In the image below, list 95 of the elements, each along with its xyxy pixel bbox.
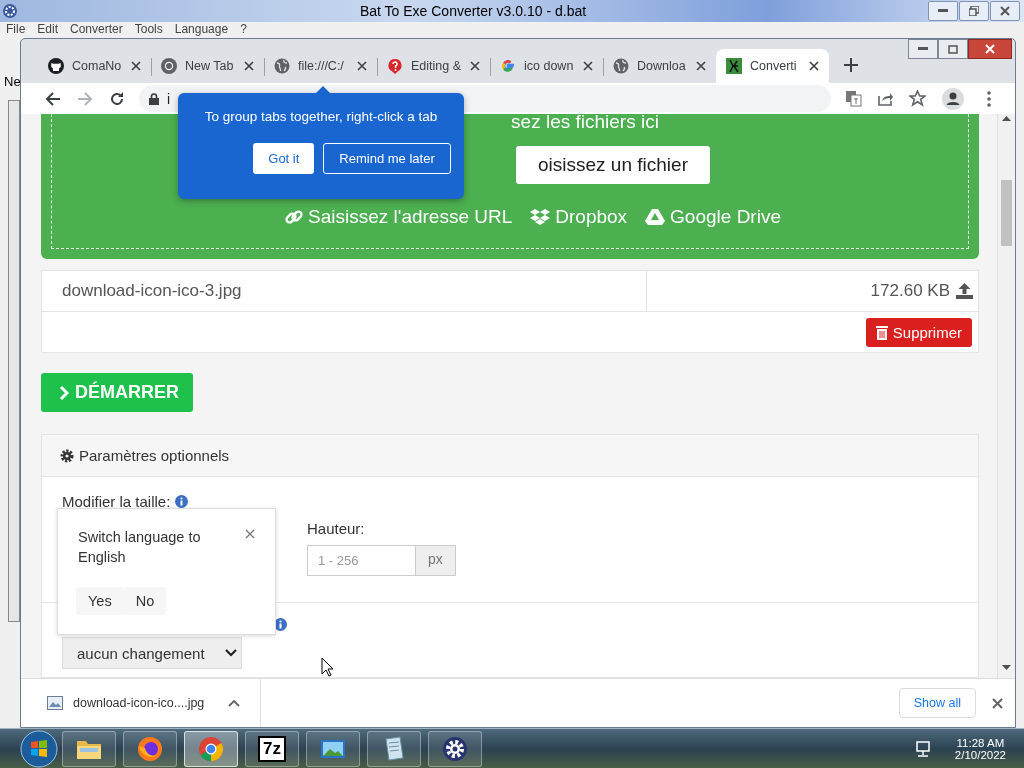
field-label: Modifier la taille: [62, 493, 171, 510]
close-button[interactable] [968, 39, 1012, 59]
show-all-button[interactable]: Show all [898, 688, 976, 718]
popup-message: Switch language to English [78, 528, 202, 567]
gear-icon [440, 734, 470, 764]
drop-zone-heading: sez les fichiers ici [511, 114, 659, 130]
browser-tab[interactable]: Converti [716, 49, 829, 83]
browser-tab[interactable]: ComaNo [38, 49, 151, 83]
drive-icon [645, 208, 666, 226]
clock[interactable]: 11:28 AM 2/10/2022 [954, 737, 1006, 761]
color-ring-icon [500, 58, 516, 74]
choose-file-button[interactable]: oisissez un fichier [516, 146, 710, 184]
scrollbar-thumb[interactable] [1001, 180, 1012, 246]
menu-item[interactable]: Language [174, 22, 229, 36]
menu-item[interactable]: Tools [134, 22, 163, 36]
network-icon[interactable] [914, 740, 933, 758]
close-icon [1000, 6, 1010, 16]
unit-label: px [416, 545, 456, 576]
trash-icon [875, 324, 888, 340]
gear-icon [2, 3, 18, 19]
chrome-icon [161, 58, 177, 74]
firefox-icon [135, 734, 165, 764]
minimize-icon [938, 9, 948, 13]
panel-label: Ne [4, 74, 21, 89]
archive-icon: 7z [258, 736, 286, 762]
close-button[interactable] [990, 1, 1020, 21]
image-file-icon [47, 696, 63, 710]
close-icon [985, 44, 995, 54]
caret-icon[interactable] [228, 699, 241, 707]
restore-icon [969, 6, 979, 16]
menu-item[interactable]: File [6, 22, 26, 36]
taskbar-button[interactable] [428, 731, 482, 767]
close-icon[interactable] [131, 61, 141, 71]
popup-button[interactable]: No [123, 587, 167, 615]
browser-tab[interactable]: New Tab [151, 49, 264, 83]
browser-tab[interactable]: file:///C:/ [264, 49, 377, 83]
profile-icon[interactable] [942, 87, 964, 110]
taskbar-button[interactable] [62, 731, 116, 767]
close-icon[interactable] [357, 61, 367, 71]
caret-icon [225, 649, 237, 657]
lock-icon [149, 92, 159, 105]
gear-icon [60, 448, 74, 463]
restore-button[interactable] [959, 1, 989, 21]
plus-icon [844, 58, 858, 72]
browser-tab[interactable]: Downloa [603, 49, 716, 83]
scroll-up-icon[interactable] [1002, 116, 1011, 122]
file-name: download-icon-ico-3.jpg [42, 271, 647, 311]
delete-button[interactable]: Supprimer [865, 317, 972, 347]
menu-icon[interactable] [987, 90, 991, 107]
taskbar-button[interactable]: 7z [245, 731, 299, 767]
taskbar-button[interactable] [367, 731, 421, 767]
minimize-icon [918, 47, 928, 51]
reload-icon[interactable] [109, 90, 125, 107]
question-pin-icon [387, 58, 403, 74]
figure-square-icon [726, 58, 742, 74]
cat-logo-icon [48, 58, 64, 74]
start-button[interactable] [20, 730, 58, 768]
popup-button[interactable]: Yes [76, 587, 124, 615]
dropbox-icon [530, 208, 551, 226]
scroll-down-icon[interactable] [1002, 665, 1011, 671]
close-icon[interactable] [245, 529, 255, 539]
globe-icon [274, 58, 290, 74]
close-icon[interactable] [696, 61, 706, 71]
upload-icon [956, 283, 973, 299]
browser-tab[interactable]: ico down [490, 49, 603, 83]
link-icon [285, 208, 303, 226]
minimize-button[interactable] [928, 1, 958, 21]
window-title: Bat To Exe Converter v3.0.10 - d.bat [358, 3, 588, 19]
star-icon[interactable] [908, 90, 926, 107]
close-icon[interactable] [992, 697, 1003, 709]
minimize-button[interactable] [908, 39, 938, 59]
maximize-icon [948, 44, 958, 54]
chevron-icon [59, 384, 69, 401]
back-icon[interactable] [45, 90, 61, 107]
close-icon[interactable] [244, 61, 254, 71]
height-field[interactable]: 1 - 256 [307, 545, 416, 576]
download-item[interactable]: download-icon-ico....jpg [21, 679, 261, 727]
panel-title: Paramètres optionnels [79, 447, 230, 464]
tooltip-button[interactable]: Remind me later [323, 143, 451, 174]
browser-tab[interactable]: Editing & [377, 49, 490, 83]
tooltip-button[interactable]: Got it [253, 143, 315, 174]
translate-icon[interactable] [844, 90, 862, 107]
menu-item[interactable]: Edit [37, 22, 59, 36]
close-icon[interactable] [583, 61, 593, 71]
menu-item[interactable]: Converter [70, 22, 123, 36]
close-icon[interactable] [470, 61, 480, 71]
info-icon[interactable] [175, 495, 189, 508]
chrome-icon [196, 734, 226, 764]
maximize-button[interactable] [938, 39, 968, 59]
field-label: Hauteur: [307, 520, 365, 537]
close-icon[interactable] [809, 61, 819, 71]
select-field[interactable]: aucun changement [62, 637, 242, 669]
menu-item[interactable]: ? [240, 22, 247, 36]
globe-icon [613, 58, 629, 74]
file-size: 172.60 KB [870, 281, 950, 301]
